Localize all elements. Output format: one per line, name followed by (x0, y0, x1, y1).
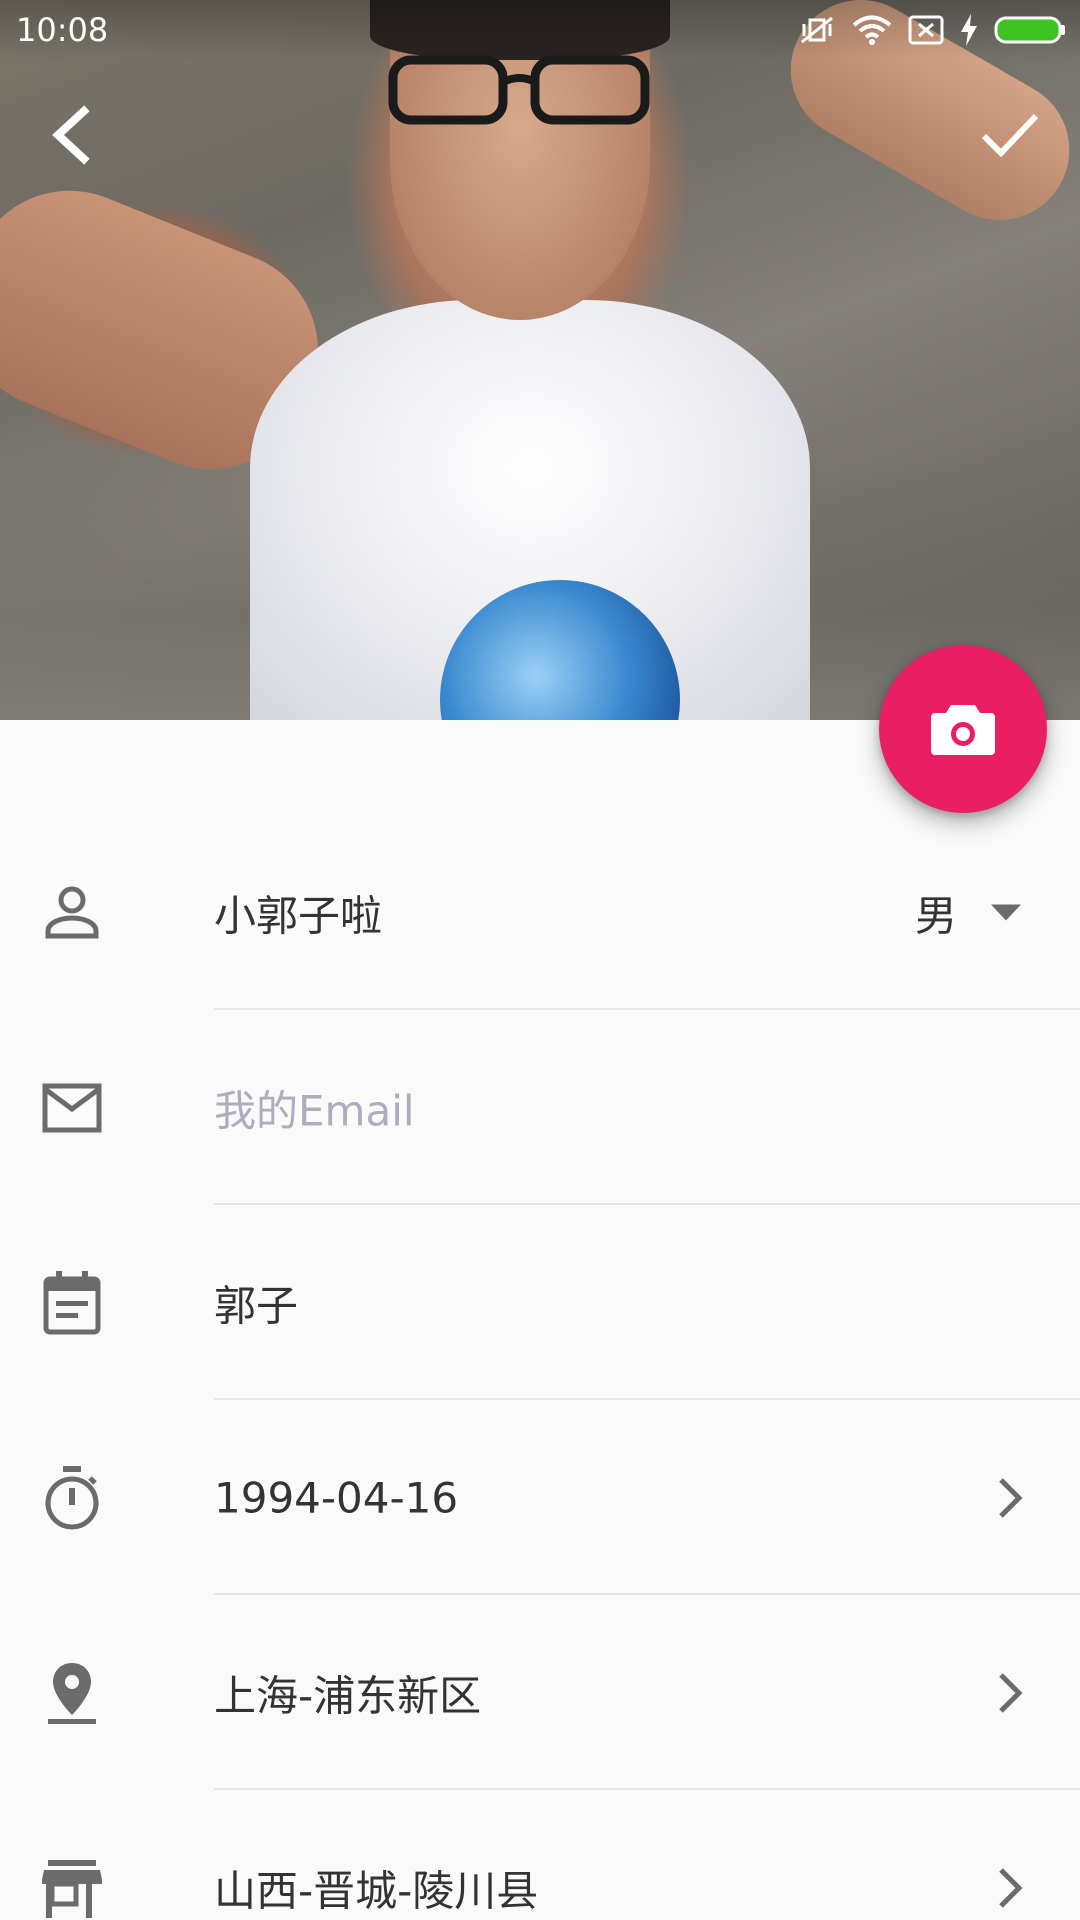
no-sim-icon (908, 15, 944, 45)
store-icon (42, 1859, 102, 1918)
wifi-icon (852, 15, 892, 45)
profile-edit-screen: 10:08 小郭子啦 男 我的Email 郭子 1994-04-16 上海-浦东… (0, 0, 1080, 1920)
location-value: 上海-浦东新区 (214, 1671, 482, 1720)
birthday-row[interactable]: 1994-04-16 (0, 1400, 1080, 1595)
timer-icon (45, 1465, 99, 1529)
calendar-note-icon (43, 1270, 101, 1334)
charging-icon (961, 14, 977, 46)
gender-value: 男 (915, 891, 958, 940)
dropdown-arrow-icon (991, 904, 1022, 921)
change-photo-button[interactable] (879, 645, 1047, 813)
chevron-right-icon (999, 1477, 1023, 1518)
email-field[interactable]: 我的Email (214, 1077, 415, 1138)
location-row[interactable]: 上海-浦东新区 (0, 1595, 1080, 1790)
battery-icon (994, 16, 1065, 44)
mail-icon (42, 1083, 102, 1132)
signature-row[interactable]: 郭子 (0, 1205, 1080, 1400)
chevron-right-icon (999, 1672, 1023, 1713)
location-pin-icon (48, 1662, 96, 1724)
status-bar: 10:08 (0, 0, 1080, 60)
camera-icon (931, 705, 995, 755)
status-time: 10:08 (16, 11, 109, 49)
signature-input[interactable]: 郭子 (214, 1272, 298, 1333)
back-arrow-icon (52, 105, 90, 165)
save-button[interactable] (965, 90, 1055, 180)
hometown-row[interactable]: 山西-晋城-陵川县 (0, 1790, 1080, 1920)
nickname-row[interactable]: 小郭子啦 男 (0, 815, 1080, 1010)
birthday-value: 1994-04-16 (214, 1473, 459, 1522)
gender-dropdown[interactable]: 男 (915, 882, 1022, 943)
hometown-value: 山西-晋城-陵川县 (214, 1866, 539, 1915)
person-icon (45, 886, 99, 938)
back-button[interactable] (25, 90, 115, 180)
vibrate-off-icon (801, 16, 833, 44)
check-icon (981, 113, 1039, 158)
chevron-right-icon (999, 1867, 1023, 1908)
profile-photo (0, 0, 1080, 720)
nickname-input[interactable]: 小郭子啦 (214, 882, 382, 943)
email-row[interactable]: 我的Email (0, 1010, 1080, 1205)
